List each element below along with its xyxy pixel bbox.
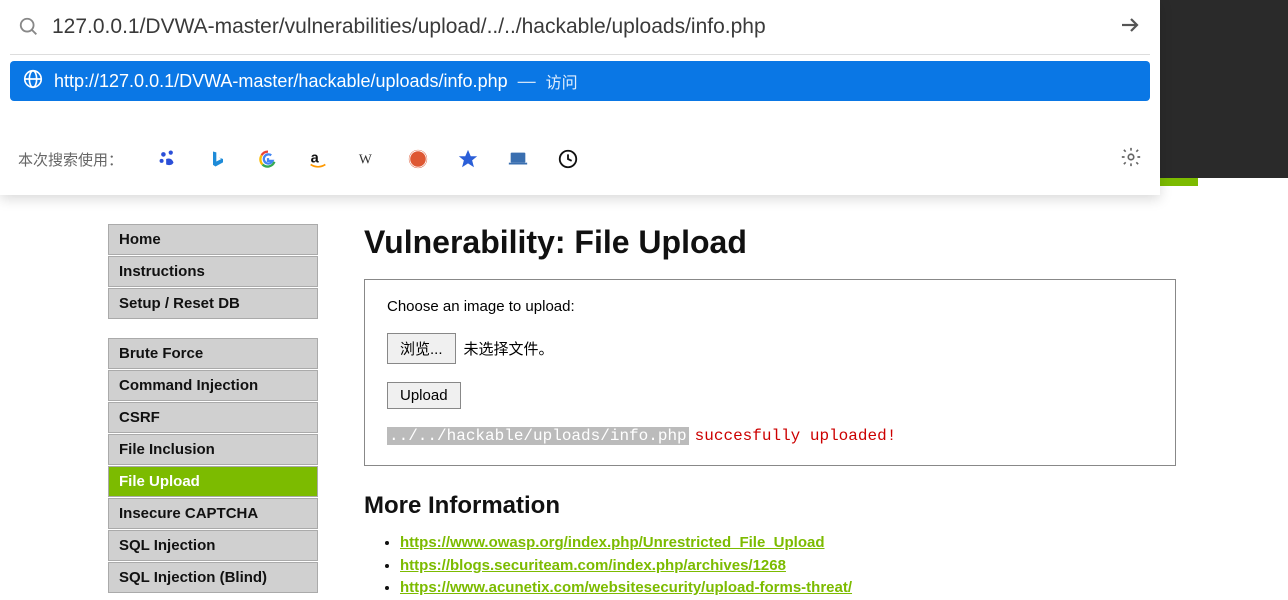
omnibox-dropdown: http://127.0.0.1/DVWA-master/hackable/up… [0,0,1160,195]
result-path: ../../hackable/uploads/info.php [387,427,689,445]
sidebar-item-file-upload[interactable]: File Upload [108,466,318,497]
sidebar-item-insecure-captcha[interactable]: Insecure CAPTCHA [108,498,318,529]
go-arrow-icon[interactable] [1118,13,1142,42]
info-link[interactable]: https://www.acunetix.com/websitesecurity… [400,579,852,596]
suggestion-action: 访问 [546,69,578,93]
upload-result: ../../hackable/uploads/info.php succesful… [387,427,1153,445]
sidebar-item-sql-injection-blind-[interactable]: SQL Injection (Blind) [108,562,318,593]
amazon-icon[interactable]: a [307,148,329,170]
page-body: HomeInstructionsSetup / Reset DB Brute F… [90,178,1198,598]
upload-form: Choose an image to upload: 浏览... 未选择文件。 … [364,279,1176,466]
url-input[interactable] [52,15,1110,39]
sidebar-item-file-inclusion[interactable]: File Inclusion [108,434,318,465]
more-info-links: https://www.owasp.org/index.php/Unrestri… [364,532,1176,600]
sidebar: HomeInstructionsSetup / Reset DB Brute F… [108,224,318,600]
url-suggestion[interactable]: http://127.0.0.1/DVWA-master/hackable/up… [10,61,1150,101]
svg-text:W: W [359,152,372,167]
google-icon[interactable] [257,148,279,170]
sidebar-item-sql-injection[interactable]: SQL Injection [108,530,318,561]
device-icon[interactable] [507,148,529,170]
star-icon[interactable] [457,148,479,170]
engines-label: 本次搜索使用： [18,149,123,170]
search-engines-row: 本次搜索使用： a W [10,129,1150,189]
sidebar-item-home[interactable]: Home [108,224,318,255]
search-icon [18,16,40,38]
sidebar-item-csrf[interactable]: CSRF [108,402,318,433]
file-chosen-status: 未选择文件。 [464,338,554,359]
upload-prompt: Choose an image to upload: [387,298,1153,315]
globe-icon [22,68,44,95]
sidebar-item-instructions[interactable]: Instructions [108,256,318,287]
svg-text:a: a [311,151,320,167]
clock-icon[interactable] [557,148,579,170]
main-content: Vulnerability: File Upload Choose an ima… [318,224,1198,600]
duckduckgo-icon[interactable] [407,148,429,170]
suggestion-url: http://127.0.0.1/DVWA-master/hackable/up… [54,71,508,92]
divider [10,54,1150,55]
sidebar-item-command-injection[interactable]: Command Injection [108,370,318,401]
wikipedia-icon[interactable]: W [357,148,379,170]
sidebar-item-setup-reset-db[interactable]: Setup / Reset DB [108,288,318,319]
browse-button[interactable]: 浏览... [387,333,456,364]
result-message: succesfully uploaded! [695,427,897,445]
info-link[interactable]: https://blogs.securiteam.com/index.php/a… [400,557,786,574]
info-link[interactable]: https://www.owasp.org/index.php/Unrestri… [400,534,825,551]
bing-icon[interactable] [207,148,229,170]
gear-icon[interactable] [1120,146,1142,173]
more-info-heading: More Information [364,492,1176,520]
upload-button[interactable]: Upload [387,382,461,409]
baidu-icon[interactable] [157,148,179,170]
address-bar [10,6,1150,48]
sidebar-item-brute-force[interactable]: Brute Force [108,338,318,369]
page-title: Vulnerability: File Upload [364,224,1176,261]
